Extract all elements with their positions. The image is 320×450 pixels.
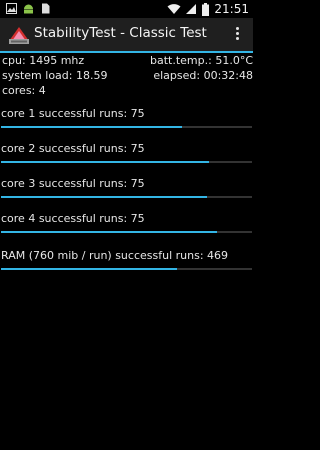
- test-label: core 4 successful runs: 75: [1, 212, 145, 225]
- image-icon: [6, 3, 17, 14]
- progress-track: [1, 161, 252, 163]
- system-load: system load: 18.59: [2, 69, 108, 82]
- core-count: cores: 4: [2, 84, 46, 97]
- battery-icon: [202, 2, 210, 16]
- cpu-frequency: cpu: 1495 mhz: [2, 54, 85, 67]
- info-row-load: system load: 18.59 elapsed: 00:32:48: [0, 68, 253, 83]
- progress-track: [1, 268, 252, 270]
- test-label: core 3 successful runs: 75: [1, 177, 145, 190]
- progress-fill: [1, 196, 207, 198]
- progress-fill: [1, 161, 210, 163]
- battery-temperature: batt.temp.: 51.0°C: [150, 54, 253, 67]
- progress-fill: [1, 126, 182, 128]
- progress-track: [1, 196, 252, 198]
- progress-track: [1, 231, 252, 233]
- app-title: StabilityTest - Classic Test: [34, 25, 207, 41]
- clock: 21:51: [214, 2, 249, 16]
- signal-icon: [186, 4, 197, 14]
- progress-fill: [1, 231, 217, 233]
- elapsed-time: elapsed: 00:32:48: [153, 69, 253, 82]
- system-info: cpu: 1495 mhz batt.temp.: 51.0°C system …: [0, 53, 253, 98]
- action-bar: StabilityTest - Classic Test: [0, 18, 253, 51]
- info-row-cores: cores: 4: [0, 83, 253, 98]
- test-label: RAM (760 mib / run) successful runs: 469: [1, 249, 229, 262]
- sd-card-icon: [42, 3, 50, 14]
- notification-icons: [6, 3, 51, 14]
- test-label: core 1 successful runs: 75: [1, 107, 145, 120]
- wifi-icon: [167, 4, 181, 14]
- stability-test-app-icon[interactable]: [8, 24, 30, 45]
- test-label: core 2 successful runs: 75: [1, 142, 145, 155]
- info-row-cpu: cpu: 1495 mhz batt.temp.: 51.0°C: [0, 53, 253, 68]
- system-icons: 21:51: [167, 1, 249, 17]
- progress-fill: [1, 268, 177, 270]
- progress-track: [1, 126, 252, 128]
- android-icon: [24, 4, 33, 14]
- overflow-menu-icon[interactable]: [234, 27, 240, 43]
- status-bar: 21:51: [0, 0, 253, 18]
